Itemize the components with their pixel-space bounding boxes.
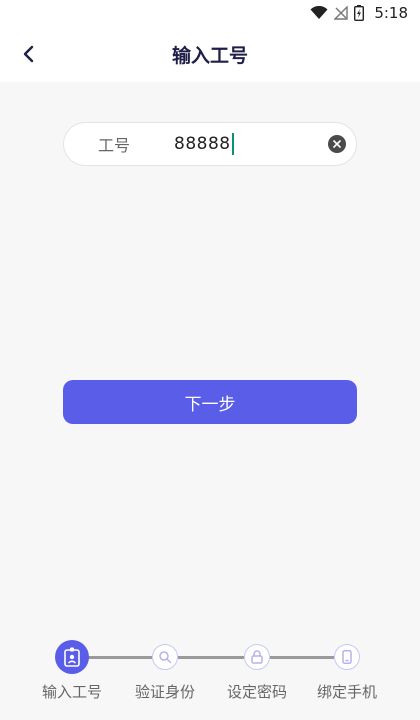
step-progress: 输入工号 验证身份 设定密码 绑定手机 [0, 640, 420, 702]
step-enter-id: 输入工号 [32, 640, 112, 702]
step-label: 输入工号 [41, 683, 102, 701]
employee-id-label: 工号 [98, 136, 131, 155]
clear-button[interactable] [328, 135, 346, 153]
badge-icon [64, 647, 80, 667]
employee-id-field[interactable]: 工号 88888 [63, 122, 357, 166]
battery-charging-icon [354, 5, 365, 21]
employee-id-input[interactable]: 88888 [174, 133, 328, 155]
clock: 5:18 [374, 4, 408, 22]
employee-id-value: 88888 [174, 134, 231, 154]
step-bind-phone: 绑定手机 [307, 640, 387, 702]
step-label: 验证身份 [134, 683, 195, 701]
wifi-icon [310, 6, 328, 19]
no-signal-icon [334, 6, 349, 20]
chevron-left-icon [23, 45, 34, 63]
step-indicator [334, 644, 360, 670]
next-button[interactable]: 下一步 [63, 380, 357, 424]
step-label: 绑定手机 [316, 683, 377, 701]
text-caret [231, 133, 234, 155]
phone-icon [342, 650, 352, 664]
step-indicator [152, 644, 178, 670]
lock-icon [251, 650, 263, 664]
search-icon [159, 651, 172, 664]
step-indicator-active [55, 640, 89, 674]
step-label: 设定密码 [226, 683, 287, 701]
step-verify-identity: 验证身份 [125, 640, 205, 702]
navigation-bar: 输入工号 [0, 26, 420, 82]
page-title: 输入工号 [171, 44, 248, 67]
back-button[interactable] [8, 34, 48, 74]
status-bar: 5:18 [0, 0, 420, 26]
close-icon [333, 140, 341, 148]
step-indicator [244, 644, 270, 670]
step-set-password: 设定密码 [217, 640, 297, 702]
